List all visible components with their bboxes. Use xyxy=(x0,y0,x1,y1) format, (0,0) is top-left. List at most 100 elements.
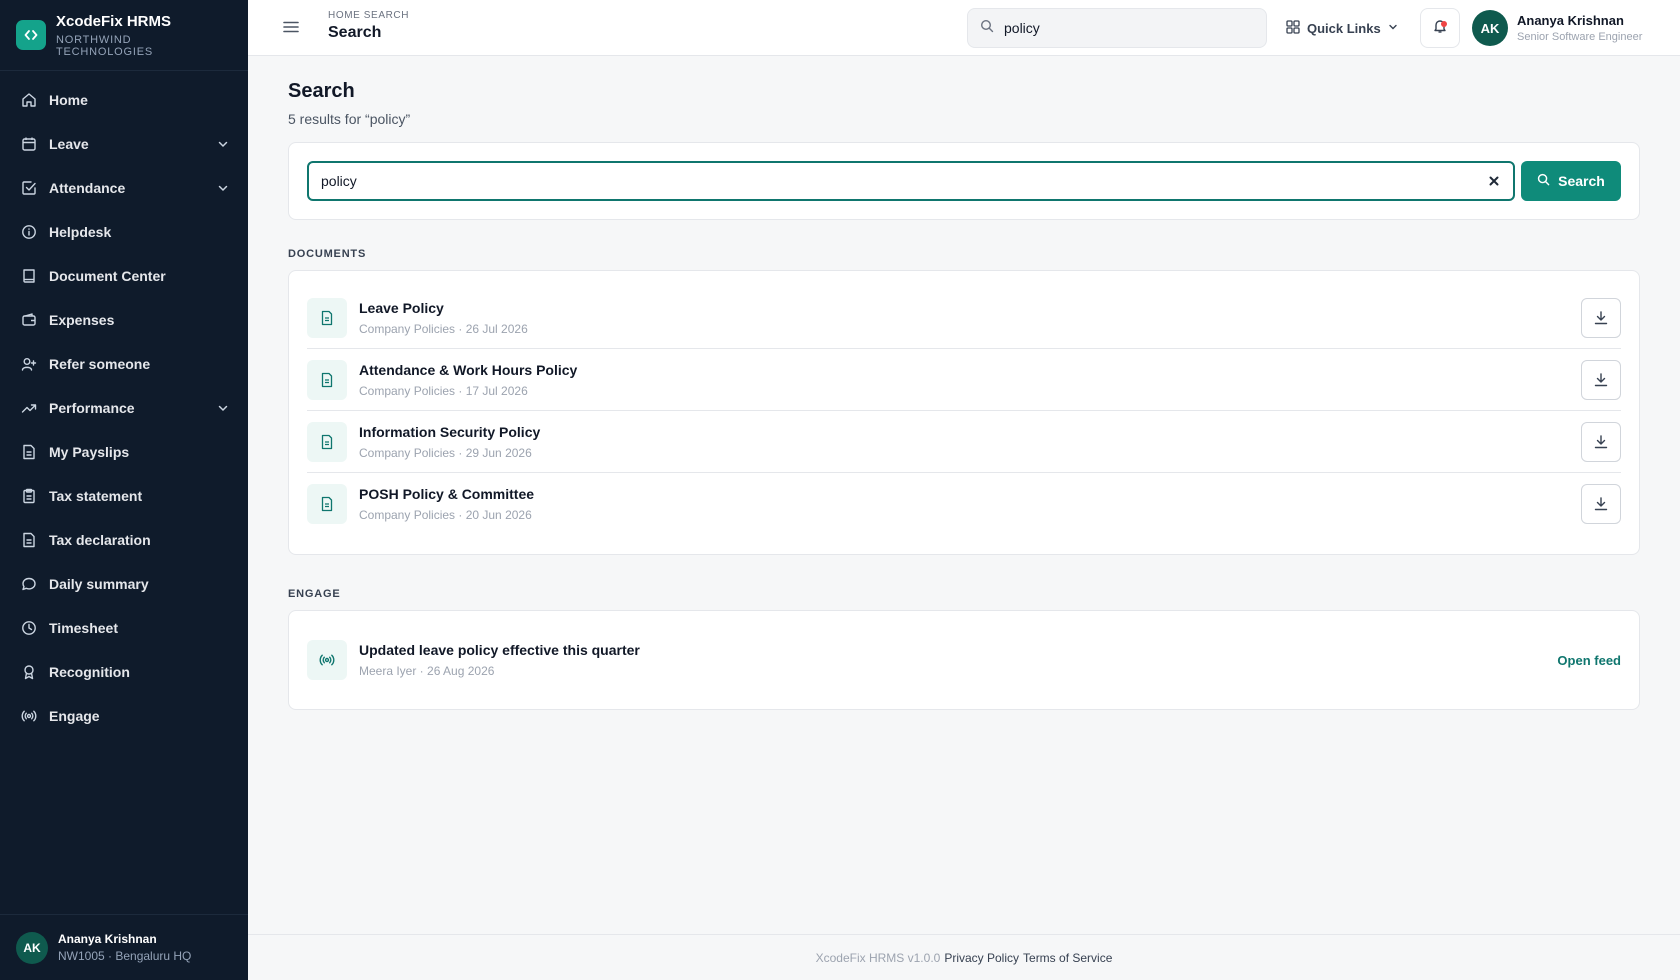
chevron-down-icon xyxy=(216,401,230,415)
download-button[interactable] xyxy=(1581,484,1621,524)
document-icon xyxy=(307,359,347,400)
sidebar-item-label: Document Center xyxy=(49,268,166,284)
footer-version: XcodeFix HRMS v1.0.0 xyxy=(815,950,941,965)
brand-name: XcodeFix HRMS xyxy=(55,12,172,30)
sidebar-item-expenses[interactable]: Expenses xyxy=(0,298,248,342)
chevron-down-icon xyxy=(1387,21,1399,36)
page-title: Search xyxy=(288,80,355,102)
file-icon xyxy=(20,444,37,461)
sidebar-item-label: Home xyxy=(49,92,88,108)
sidebar-item-document-center[interactable]: Document Center xyxy=(0,254,248,298)
sidebar-item-tax-statement[interactable]: Tax statement xyxy=(0,474,248,518)
list-item[interactable]: Attendance & Work Hours Policy Company P… xyxy=(307,349,1621,411)
terms-of-service-link[interactable]: Terms of Service xyxy=(1023,951,1112,965)
chevron-down-icon xyxy=(216,181,230,195)
sidebar-user-sub: NW1005 · Bengaluru HQ xyxy=(58,949,192,963)
chevron-down-icon xyxy=(216,137,230,151)
search-button-label: Search xyxy=(1558,173,1605,189)
document-title: POSH Policy & Committee xyxy=(359,486,535,502)
search-field[interactable] xyxy=(307,161,1515,201)
sidebar-item-label: Tax statement xyxy=(49,488,143,504)
open-feed-link[interactable]: Open feed xyxy=(1557,653,1621,668)
sidebar-item-label: Performance xyxy=(49,400,135,416)
info-icon xyxy=(20,224,37,241)
quick-links-label: Quick Links xyxy=(1307,20,1381,36)
book-icon xyxy=(20,268,37,285)
sidebar-item-timesheet[interactable]: Timesheet xyxy=(0,606,248,650)
sidebar-item-label: Expenses xyxy=(49,312,115,328)
document-icon xyxy=(307,484,347,524)
chat-icon xyxy=(20,576,37,593)
sidebar-item-recognition[interactable]: Recognition xyxy=(0,650,248,694)
sidebar-item-leave[interactable]: Leave xyxy=(0,122,248,166)
brand-logo xyxy=(16,20,46,50)
breadcrumb: HOME SEARCH Search xyxy=(328,10,409,42)
privacy-policy-link[interactable]: Privacy Policy xyxy=(944,951,1019,965)
hamburger-menu-icon[interactable] xyxy=(282,18,300,36)
document-meta: Company Policies · 26 Jul 2026 xyxy=(359,321,528,336)
sidebar-item-my-payslips[interactable]: My Payslips xyxy=(0,430,248,474)
breadcrumb-path: HOME SEARCH xyxy=(328,10,410,21)
search-icon xyxy=(1537,173,1550,189)
document-title: Information Security Policy xyxy=(359,423,541,440)
sidebar-item-label: Timesheet xyxy=(49,620,118,636)
user-name: Ananya Krishnan xyxy=(1517,13,1624,28)
sidebar-item-helpdesk[interactable]: Helpdesk xyxy=(0,210,248,254)
trend-icon xyxy=(20,400,37,417)
file-icon xyxy=(20,532,37,549)
global-search[interactable] xyxy=(967,8,1267,48)
list-item[interactable]: POSH Policy & Committee Company Policies… xyxy=(307,473,1621,535)
user-plus-icon xyxy=(20,356,37,373)
sidebar-item-label: Attendance xyxy=(49,180,126,196)
avatar: AK xyxy=(16,931,48,964)
result-summary: 5 results for “policy” xyxy=(288,111,411,127)
download-button[interactable] xyxy=(1581,421,1621,462)
sidebar-item-engage[interactable]: Engage xyxy=(0,694,248,738)
list-item[interactable]: Information Security Policy Company Poli… xyxy=(307,411,1621,473)
sidebar-item-attendance[interactable]: Attendance xyxy=(0,166,248,210)
award-icon xyxy=(20,664,37,681)
main-content: Search 5 results for “policy” Search DOC… xyxy=(288,56,1640,710)
broadcast-icon xyxy=(307,640,347,680)
sidebar-item-tax-declaration[interactable]: Tax declaration xyxy=(0,518,248,562)
sidebar: XcodeFix HRMS NORTHWIND TECHNOLOGIES Hom… xyxy=(0,0,248,980)
brand[interactable]: XcodeFix HRMS NORTHWIND TECHNOLOGIES xyxy=(0,0,248,71)
grid-icon xyxy=(1286,19,1300,37)
document-title: Leave Policy xyxy=(359,299,444,316)
search-panel: Search xyxy=(288,142,1640,220)
sidebar-item-label: Tax declaration xyxy=(49,532,151,548)
document-icon xyxy=(307,297,347,338)
download-button[interactable] xyxy=(1581,297,1621,338)
sidebar-item-label: Engage xyxy=(49,708,100,724)
download-icon xyxy=(1594,310,1608,324)
sidebar-item-label: Helpdesk xyxy=(49,224,112,240)
sidebar-item-label: Daily summary xyxy=(49,576,149,592)
list-item[interactable]: Leave Policy Company Policies · 26 Jul 2… xyxy=(307,287,1621,349)
engage-meta: Meera Iyer · 26 Aug 2026 xyxy=(359,664,495,678)
notification-dot xyxy=(1441,21,1447,27)
user-menu[interactable]: AK Ananya Krishnan Senior Software Engin… xyxy=(1472,10,1642,46)
document-title: Attendance & Work Hours Policy xyxy=(359,361,578,378)
sidebar-item-daily-summary[interactable]: Daily summary xyxy=(0,562,248,606)
broadcast-icon xyxy=(20,708,37,725)
clear-icon[interactable] xyxy=(1487,174,1501,188)
quick-links-button[interactable]: Quick Links xyxy=(1286,16,1399,40)
check-square-icon xyxy=(20,180,37,197)
download-icon xyxy=(1594,497,1608,511)
global-search-input[interactable] xyxy=(1004,20,1244,36)
search-button[interactable]: Search xyxy=(1521,161,1621,201)
sidebar-item-home[interactable]: Home xyxy=(0,78,248,122)
notifications-button[interactable] xyxy=(1420,8,1460,48)
engage-result[interactable]: Updated leave policy effective this quar… xyxy=(288,610,1640,710)
home-icon xyxy=(20,92,37,109)
search-input[interactable] xyxy=(321,173,1487,189)
sidebar-nav: Home Leave Attendance Helpdesk Document … xyxy=(0,71,248,738)
search-icon xyxy=(980,19,994,38)
download-button[interactable] xyxy=(1581,359,1621,400)
sidebar-user[interactable]: AK Ananya Krishnan NW1005 · Bengaluru HQ xyxy=(0,914,248,980)
sidebar-item-refer-someone[interactable]: Refer someone xyxy=(0,342,248,386)
engage-section-label: ENGAGE xyxy=(288,588,341,600)
sidebar-item-label: Leave xyxy=(49,136,89,152)
sidebar-item-performance[interactable]: Performance xyxy=(0,386,248,430)
document-meta: Company Policies · 29 Jun 2026 xyxy=(359,445,532,460)
